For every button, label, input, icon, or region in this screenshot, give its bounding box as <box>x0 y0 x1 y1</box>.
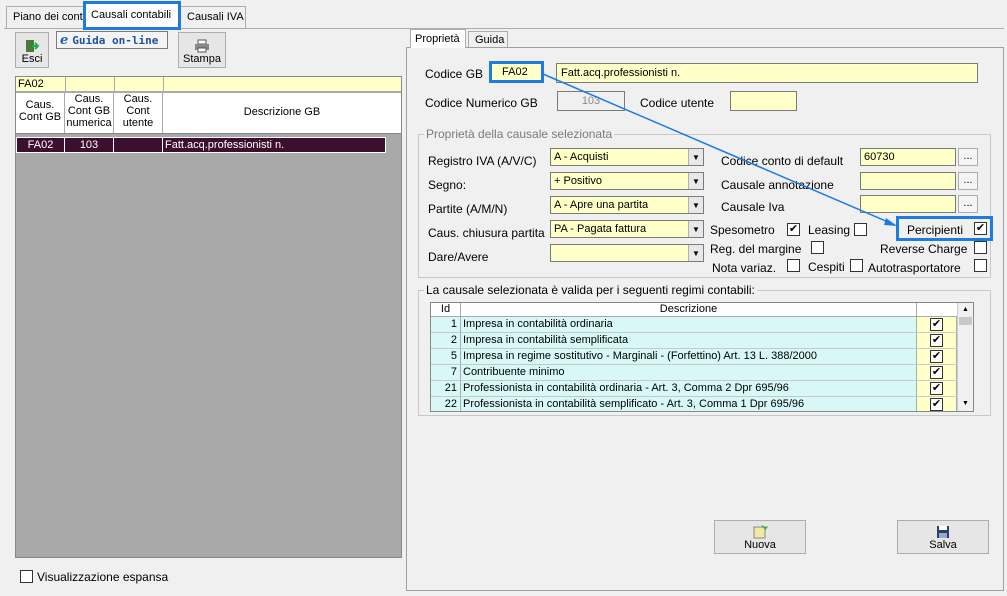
nuova-button[interactable]: Nuova <box>714 520 806 554</box>
regime-checkbox[interactable]: ✔ <box>930 350 943 363</box>
regime-id: 2 <box>431 333 461 348</box>
regime-checkbox[interactable]: ✔ <box>930 334 943 347</box>
regime-id: 22 <box>431 397 461 411</box>
new-document-icon <box>753 525 768 539</box>
nuova-label: Nuova <box>744 539 776 551</box>
regime-descrizione: Impresa in contabilità semplificata <box>461 333 917 348</box>
header-check <box>917 303 957 316</box>
regime-check-cell: ✔ <box>917 397 957 411</box>
regime-id: 7 <box>431 365 461 380</box>
table-row[interactable]: 22 Professionista in contabilità semplifi… <box>431 397 973 411</box>
regime-descrizione: Professionista in contabilità semplifica… <box>461 397 917 411</box>
salva-button[interactable]: Salva <box>897 520 989 554</box>
regimi-rows: 1 Impresa in contabilità ordinaria ✔ 2 Impre… <box>431 317 973 411</box>
table-row[interactable]: 1 Impresa in contabilità ordinaria ✔ <box>431 317 973 333</box>
scroll-thumb[interactable] <box>959 317 972 325</box>
regime-id: 5 <box>431 349 461 364</box>
regime-checkbox[interactable]: ✔ <box>930 366 943 379</box>
regime-check-cell: ✔ <box>917 317 957 332</box>
save-icon <box>937 526 949 538</box>
regime-id: 21 <box>431 381 461 396</box>
tab-causali-contabili[interactable]: Causali contabili <box>83 1 181 30</box>
table-row[interactable]: 7 Contribuente minimo ✔ <box>431 365 973 381</box>
regimi-group-title: La causale selezionata è valida per i se… <box>424 283 757 297</box>
scroll-down-icon[interactable]: ▼ <box>958 397 973 411</box>
regimi-header: Id Descrizione <box>431 303 973 317</box>
regime-descrizione: Contribuente minimo <box>461 365 917 380</box>
scroll-up-icon[interactable]: ▲ <box>958 303 973 317</box>
regime-check-cell: ✔ <box>917 333 957 348</box>
regime-checkbox[interactable]: ✔ <box>930 382 943 395</box>
right-tab-proprieta[interactable]: Proprietà <box>410 29 466 48</box>
regimi-grid: Id Descrizione 1 Impresa in contabilità o… <box>430 302 974 412</box>
header-descrizione[interactable]: Descrizione <box>461 303 917 316</box>
table-row[interactable]: 5 Impresa in regime sostitutivo - Margina… <box>431 349 973 365</box>
regime-check-cell: ✔ <box>917 381 957 396</box>
regime-id: 1 <box>431 317 461 332</box>
regime-descrizione: Impresa in contabilità ordinaria <box>461 317 917 332</box>
regime-check-cell: ✔ <box>917 365 957 380</box>
regime-checkbox[interactable]: ✔ <box>930 398 943 411</box>
regime-descrizione: Professionista in contabilità ordinaria … <box>461 381 917 396</box>
table-row[interactable]: 21 Professionista in contabilità ordinari… <box>431 381 973 397</box>
regime-descrizione: Impresa in regime sostitutivo - Marginal… <box>461 349 917 364</box>
regime-check-cell: ✔ <box>917 349 957 364</box>
salva-label: Salva <box>929 539 957 551</box>
scrollbar[interactable]: ▲ ▼ <box>957 303 973 411</box>
table-row[interactable]: 2 Impresa in contabilità semplificata ✔ <box>431 333 973 349</box>
regime-checkbox[interactable]: ✔ <box>930 318 943 331</box>
header-id[interactable]: Id <box>431 303 461 316</box>
